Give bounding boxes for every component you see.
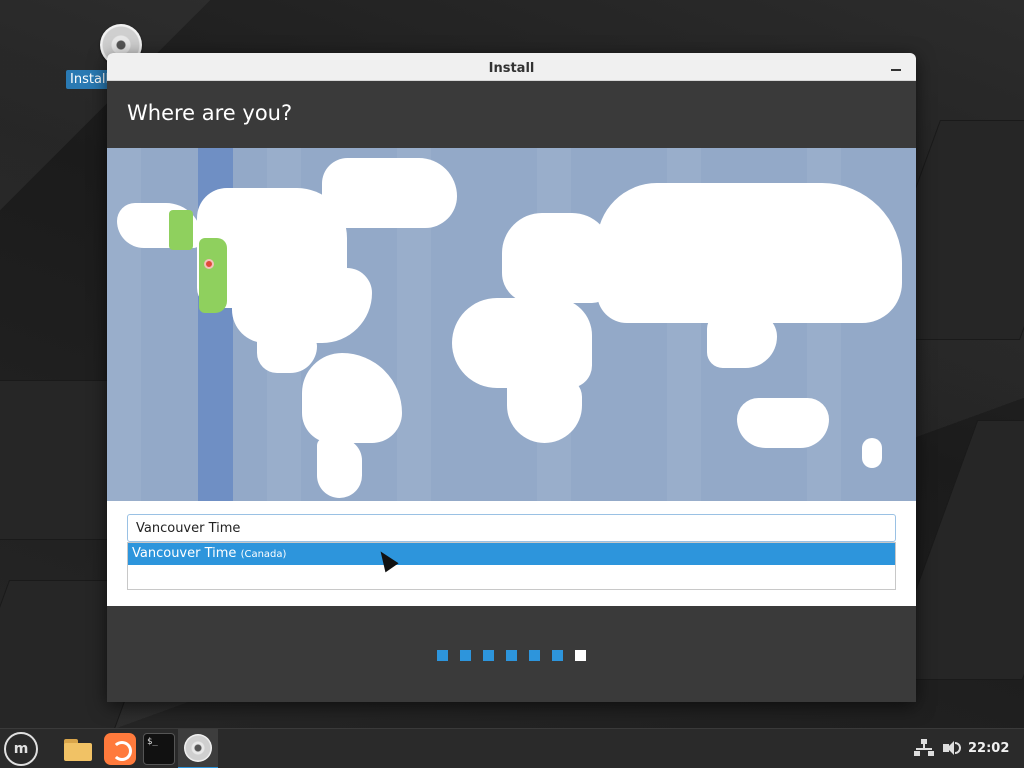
network-icon[interactable] (914, 739, 934, 759)
land-europe (502, 213, 612, 303)
step-dot-current (575, 650, 586, 661)
land-new-zealand (862, 438, 882, 468)
land-patagonia (317, 438, 362, 498)
timezone-map[interactable] (107, 148, 916, 501)
suggestion-sublabel: (Canada) (240, 549, 287, 560)
step-dot (552, 650, 563, 661)
map-pin-icon (204, 259, 214, 269)
land-southeast-asia (707, 313, 777, 368)
window-title: Install (488, 61, 535, 76)
timezone-region-pacific (199, 238, 227, 313)
menu-icon[interactable]: m (4, 732, 38, 766)
timezone-stripe (107, 148, 141, 501)
terminal-icon[interactable]: $_ (143, 733, 175, 765)
land-south-america (302, 353, 402, 443)
step-dot (529, 650, 540, 661)
land-asia (597, 183, 902, 323)
volume-icon[interactable] (942, 739, 962, 759)
step-dot (506, 650, 517, 661)
page-header: Where are you? (107, 81, 916, 148)
land-mexico (257, 333, 317, 373)
suggestion-label: Vancouver Time (132, 546, 237, 561)
timezone-search-panel: Vancouver Time (Canada) (107, 501, 916, 606)
land-africa-north (452, 298, 592, 388)
install-disc-icon[interactable] (178, 729, 218, 768)
land-usa (232, 268, 372, 343)
page-title: Where are you? (127, 101, 293, 125)
firefox-icon[interactable] (104, 733, 136, 765)
suggestion-item[interactable]: Vancouver Time (Canada) (128, 543, 895, 565)
step-dot (437, 650, 448, 661)
menu-glyph: m (13, 741, 29, 757)
timezone-suggestion-list: Vancouver Time (Canada) (127, 542, 896, 590)
step-dot (460, 650, 471, 661)
land-greenland (322, 158, 457, 228)
land-australia (737, 398, 829, 448)
minimize-icon[interactable] (888, 59, 904, 75)
window-titlebar[interactable]: Install (107, 53, 916, 81)
terminal-glyph: $_ (147, 737, 158, 747)
timezone-region-yukon (169, 210, 193, 250)
installer-footer (107, 606, 916, 702)
step-dot (483, 650, 494, 661)
clock[interactable]: 22:02 (968, 741, 1009, 756)
folder-icon[interactable] (62, 733, 94, 765)
taskbar: m $_ 22:02 (0, 728, 1024, 768)
step-progress-indicator (437, 650, 586, 661)
installer-window: Install Where are you? Vancouver Time Va… (107, 53, 916, 702)
timezone-search-input[interactable] (127, 514, 896, 542)
